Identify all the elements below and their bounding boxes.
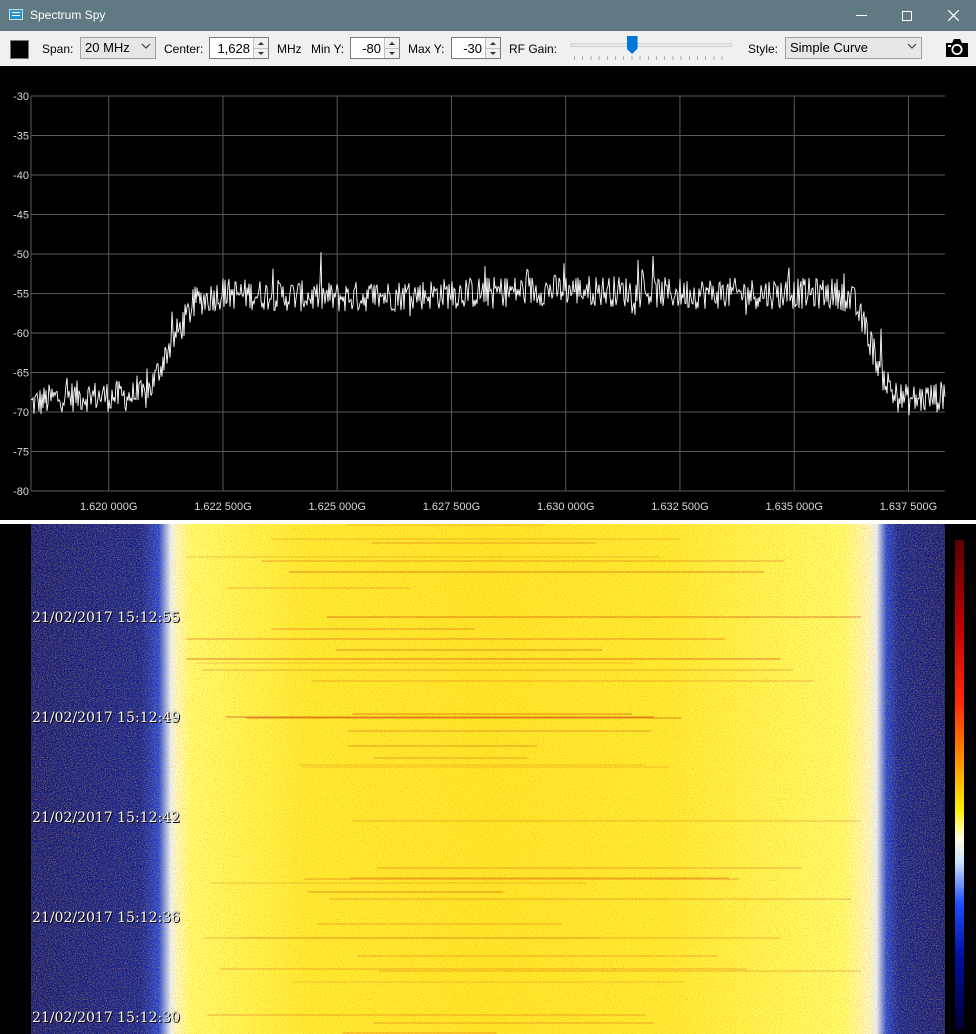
minimize-icon xyxy=(855,15,867,16)
center-up-button[interactable] xyxy=(254,38,268,48)
rf-gain-slider-ticks xyxy=(574,56,730,60)
toolbar: Span: 20 MHz Center: 1,628 MHz Min Y: -8… xyxy=(0,31,976,66)
y-tick-label: -30 xyxy=(13,91,29,103)
x-tick-label: 1.620 000G xyxy=(80,501,138,513)
spectrum-trace xyxy=(30,252,946,416)
y-tick-label: -65 xyxy=(13,368,29,380)
span-value: 20 MHz xyxy=(85,40,130,55)
close-icon xyxy=(947,10,959,21)
spectrum-plot[interactable]: -30 -35 -40 -45 -50 -55 -60 -65 -70 -75 -80 1.620 0… xyxy=(0,66,976,520)
center-value: 1,628 xyxy=(217,41,250,56)
span-select[interactable]: 20 MHz xyxy=(80,37,156,59)
waterfall-image xyxy=(31,524,945,1034)
maximize-icon xyxy=(902,10,912,21)
x-tick-label: 1.630 000G xyxy=(537,501,595,513)
min-y-input[interactable]: -80 xyxy=(350,37,400,59)
y-tick-label: -75 xyxy=(13,447,29,459)
x-tick-label: 1.632 500G xyxy=(651,501,709,513)
y-tick-label: -60 xyxy=(13,328,29,340)
chevron-down-icon xyxy=(907,43,917,49)
min-y-label: Min Y: xyxy=(311,41,345,56)
x-tick-label: 1.622 500G xyxy=(194,501,252,513)
max-y-label: Max Y: xyxy=(408,41,445,56)
y-tick-label: -50 xyxy=(13,249,29,261)
center-down-button[interactable] xyxy=(254,48,268,58)
span-label: Span: xyxy=(42,41,74,56)
max-y-down-button[interactable] xyxy=(486,48,500,58)
x-tick-label: 1.637 500G xyxy=(880,501,938,513)
y-tick-label: -35 xyxy=(13,131,29,143)
chevron-down-icon xyxy=(141,43,151,49)
style-label: Style: xyxy=(748,41,779,56)
close-button[interactable] xyxy=(930,0,976,31)
center-unit-label: MHz xyxy=(277,41,302,56)
y-tick-label: -55 xyxy=(13,289,29,301)
min-y-up-button[interactable] xyxy=(385,38,399,48)
waterfall-timestamp: 21/02/2017 15:12:55 xyxy=(32,610,181,626)
style-value: Simple Curve xyxy=(790,40,869,55)
title-bar: Spectrum Spy xyxy=(0,0,976,31)
y-tick-label: -40 xyxy=(13,170,29,182)
min-y-down-button[interactable] xyxy=(385,48,399,58)
camera-icon[interactable] xyxy=(944,37,970,59)
x-tick-label: 1.627 500G xyxy=(423,501,481,513)
y-tick-label: -45 xyxy=(13,210,29,222)
waterfall-timestamp: 21/02/2017 15:12:49 xyxy=(32,710,181,726)
x-tick-label: 1.635 000G xyxy=(765,501,823,513)
x-tick-label: 1.625 000G xyxy=(308,501,366,513)
y-tick-label: -70 xyxy=(13,407,29,419)
waterfall-display[interactable]: 21/02/2017 15:12:55 21/02/2017 15:12:49 … xyxy=(0,524,976,1034)
window-title: Spectrum Spy xyxy=(30,8,106,22)
max-y-up-button[interactable] xyxy=(486,38,500,48)
spectrum-chart: -30 -35 -40 -45 -50 -55 -60 -65 -70 -75 -80 1.620 0… xyxy=(13,91,946,513)
rf-gain-slider-track[interactable] xyxy=(570,43,732,47)
app-icon xyxy=(9,9,23,20)
center-label: Center: xyxy=(164,41,204,56)
center-input[interactable]: 1,628 xyxy=(209,37,269,59)
waterfall-timestamp: 21/02/2017 15:12:42 xyxy=(32,810,181,826)
color-scale-bar xyxy=(955,540,964,1030)
style-select[interactable]: Simple Curve xyxy=(785,37,922,59)
minimize-button[interactable] xyxy=(838,0,884,31)
trace-color-swatch[interactable] xyxy=(10,40,29,59)
maximize-button[interactable] xyxy=(884,0,930,31)
max-y-input[interactable]: -30 xyxy=(451,37,501,59)
waterfall-timestamp: 21/02/2017 15:12:36 xyxy=(32,910,181,926)
waterfall-timestamp: 21/02/2017 15:12:30 xyxy=(32,1010,181,1026)
y-tick-label: -80 xyxy=(13,486,29,498)
rf-gain-label: RF Gain: xyxy=(509,41,558,56)
max-y-value: -30 xyxy=(463,41,482,56)
min-y-value: -80 xyxy=(362,41,381,56)
